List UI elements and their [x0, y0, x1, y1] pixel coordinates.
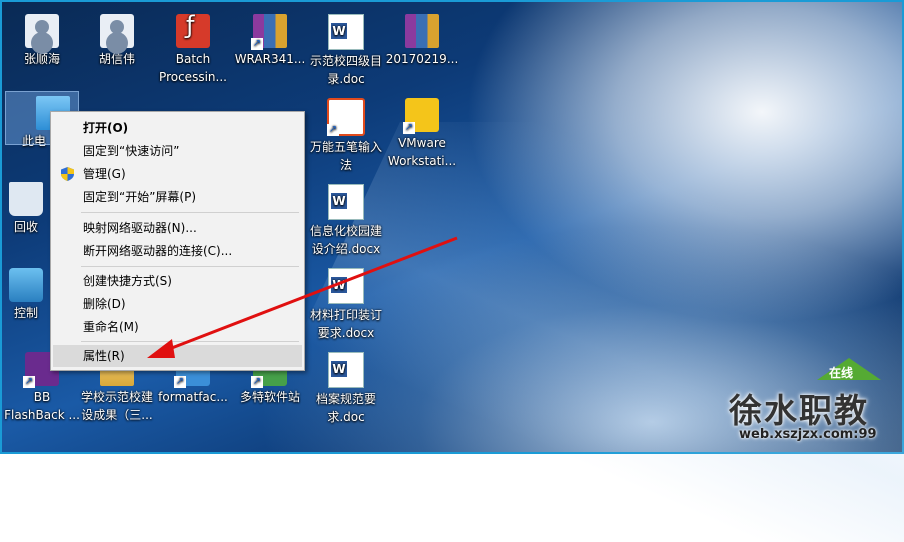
watermark-logo: 在线 徐水职教 web.xszjzx.com:99	[717, 352, 897, 452]
watermark-title: 徐水职教	[729, 391, 869, 430]
watermark-badge: 在线	[829, 366, 854, 380]
watermark-url: web.xszjzx.com:99	[739, 427, 877, 442]
desktop-background: 张顺海 胡信伟 Batch Processin... WRAR341... 示范…	[0, 0, 904, 542]
